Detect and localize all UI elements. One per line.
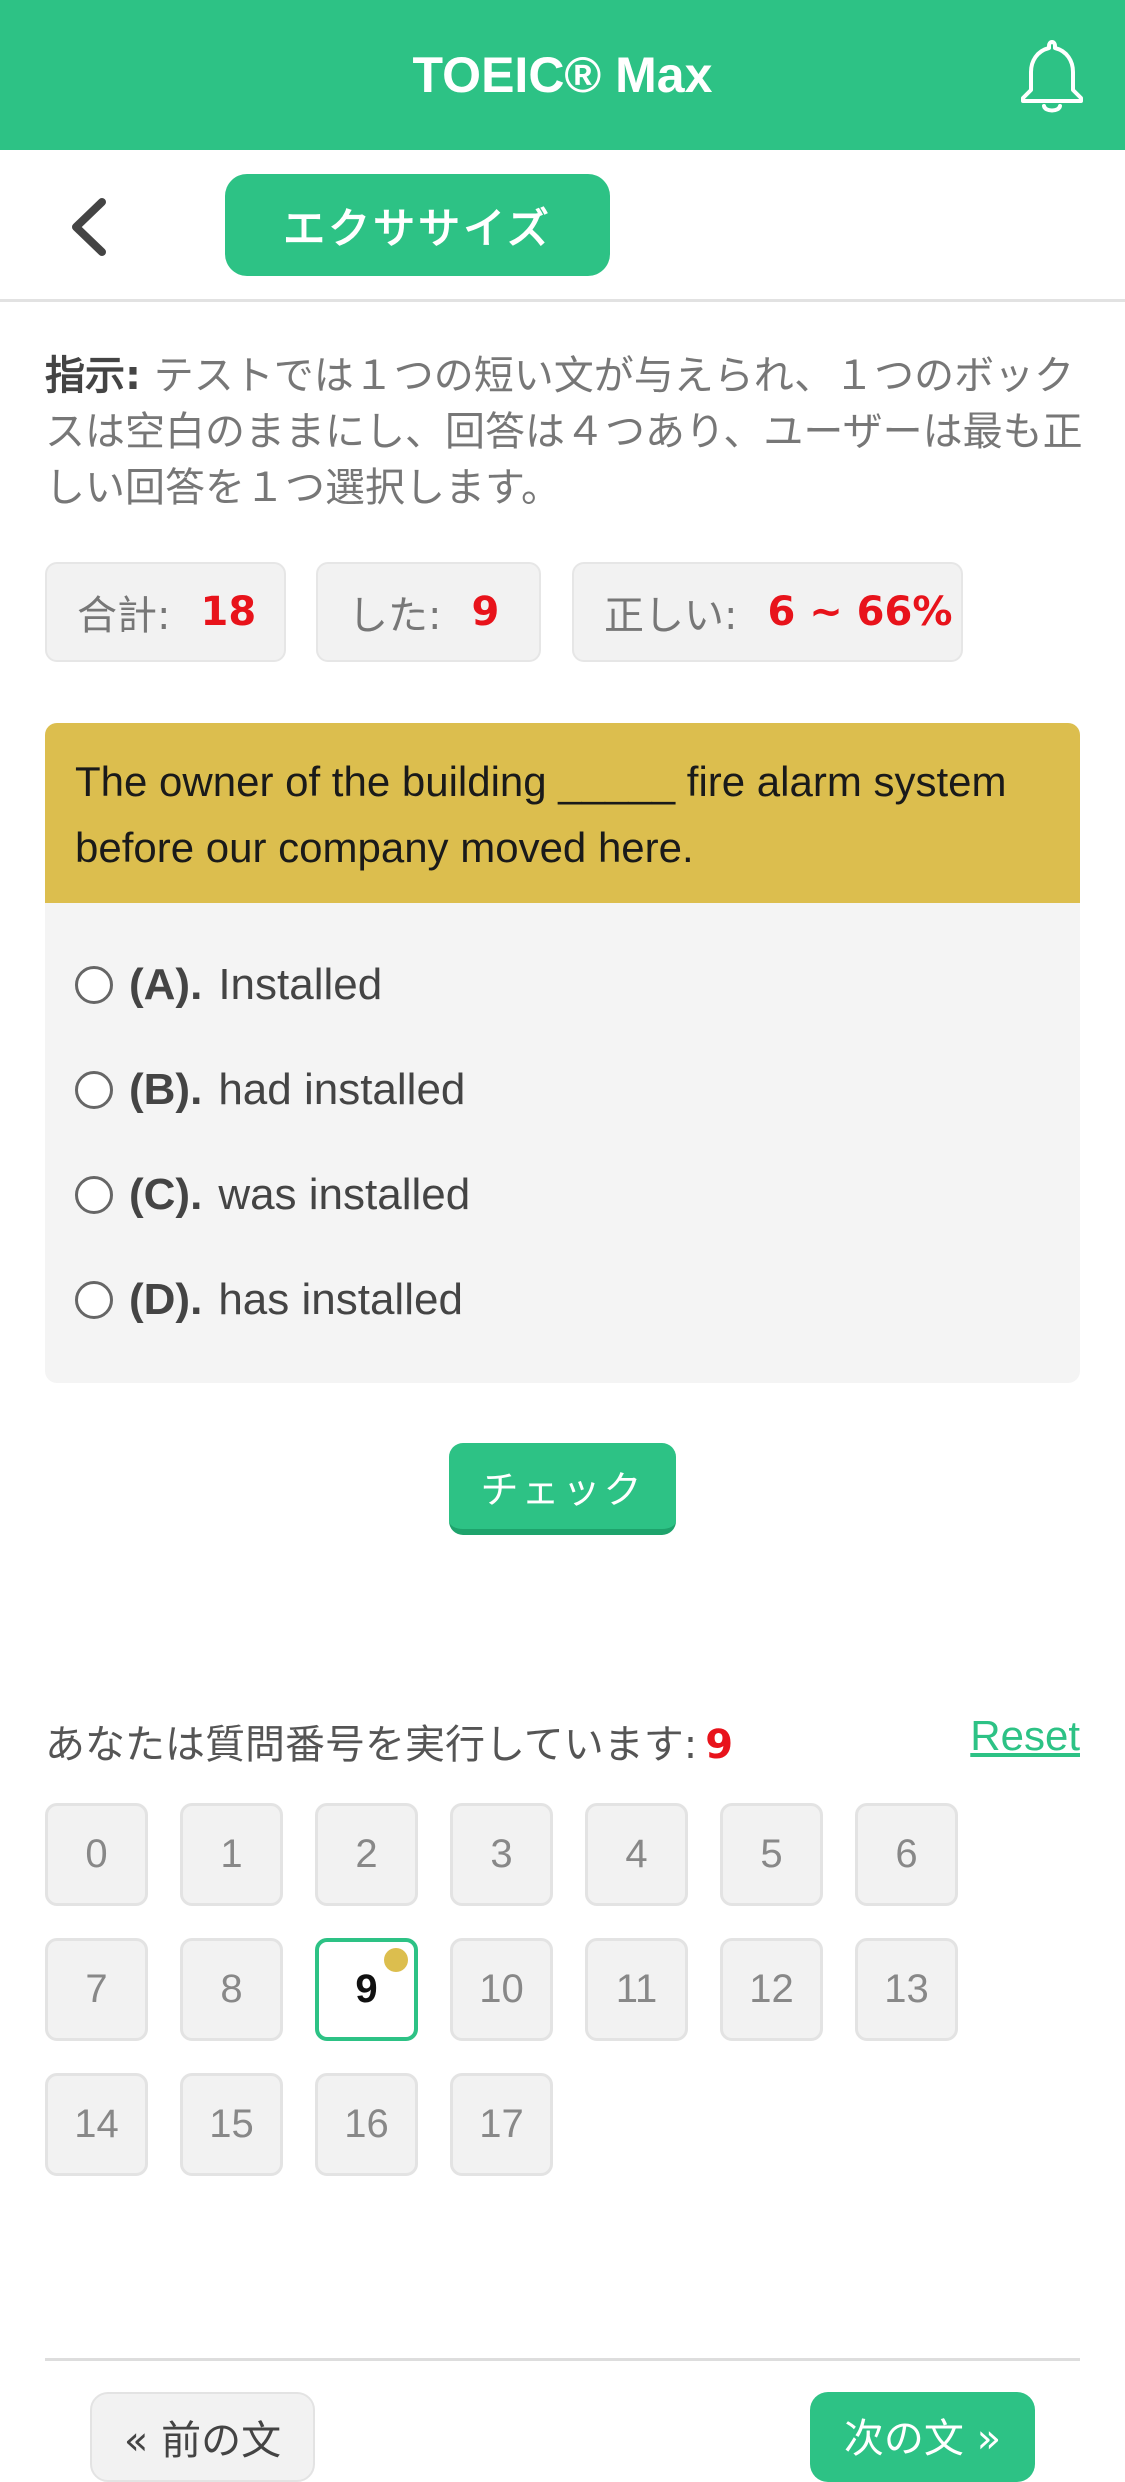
stat-correct-label: 正しい: (604, 593, 738, 639)
question-number-button[interactable]: 6 (855, 1803, 958, 1906)
chevron-left-icon[interactable] (60, 192, 120, 262)
option-c[interactable]: (C). was installed (75, 1155, 1035, 1235)
radio-button[interactable] (75, 1176, 113, 1214)
status-dot-icon (384, 1948, 408, 1972)
option-letter: (C). (129, 1170, 203, 1219)
question-number-button[interactable]: 4 (585, 1803, 688, 1906)
progress-label-text: あなたは質問番号を実行しています: (45, 1722, 698, 1768)
stat-correct-value: 6 ~ 66% (767, 589, 953, 635)
question-number-button[interactable]: 10 (450, 1938, 553, 2041)
option-letter: (A). (129, 960, 203, 1009)
next-sentence-button[interactable]: 次の文 » (810, 2392, 1035, 2482)
option-a[interactable]: (A). Installed (75, 945, 1035, 1025)
stat-done-label: した: (348, 593, 442, 639)
option-letter: (B). (129, 1065, 203, 1114)
question-number-button[interactable]: 14 (45, 2073, 148, 2176)
sub-navigation: エクササイズ (0, 150, 1125, 302)
question-number-button-active[interactable]: 9 (315, 1938, 418, 2041)
question-number-button[interactable]: 2 (315, 1803, 418, 1906)
bell-icon[interactable] (1017, 36, 1087, 116)
divider (45, 2358, 1080, 2361)
app-header: TOEIC® Max (0, 0, 1125, 150)
question-number-label: 9 (355, 1967, 378, 2011)
question-card: The owner of the building _____ fire ala… (45, 723, 1080, 1383)
question-number-button[interactable]: 12 (720, 1938, 823, 2041)
previous-sentence-button[interactable]: « 前の文 (90, 2392, 315, 2482)
reset-link[interactable]: Reset (970, 1712, 1080, 1760)
question-number-button[interactable]: 7 (45, 1938, 148, 2041)
stat-correct: 正しい: 6 ~ 66% (572, 562, 963, 662)
stat-done-value: 9 (471, 589, 500, 635)
question-number-button[interactable]: 8 (180, 1938, 283, 2041)
option-d[interactable]: (D). has installed (75, 1260, 1035, 1340)
stat-total: 合計: 18 (45, 562, 286, 662)
stat-total-label: 合計: (77, 593, 171, 639)
instructions-text: テストでは１つの短い文が与えられ、１つのボックスは空白のままにし、回答は４つあり… (45, 353, 1083, 511)
question-number-button[interactable]: 3 (450, 1803, 553, 1906)
radio-button[interactable] (75, 1281, 113, 1319)
question-number-button[interactable]: 5 (720, 1803, 823, 1906)
option-text: has installed (218, 1275, 463, 1324)
current-question-number: 9 (705, 1722, 734, 1768)
instructions-label: 指示: (45, 353, 141, 399)
progress-label: あなたは質問番号を実行しています: 9 (45, 1712, 733, 1770)
option-b[interactable]: (B). had installed (75, 1050, 1035, 1130)
question-number-button[interactable]: 13 (855, 1938, 958, 2041)
option-letter: (D). (129, 1275, 203, 1324)
stat-done: した: 9 (316, 562, 541, 662)
question-number-button[interactable]: 16 (315, 2073, 418, 2176)
question-number-button[interactable]: 1 (180, 1803, 283, 1906)
option-text: Installed (218, 960, 383, 1009)
option-text: had installed (218, 1065, 466, 1114)
instructions: 指示: テストでは１つの短い文が与えられ、１つのボックスは空白のままにし、回答は… (45, 348, 1085, 516)
check-button[interactable]: チェック (449, 1443, 676, 1535)
radio-button[interactable] (75, 1071, 113, 1109)
option-text: was installed (218, 1170, 471, 1219)
stat-total-value: 18 (200, 589, 257, 635)
question-number-button[interactable]: 15 (180, 2073, 283, 2176)
question-text: The owner of the building _____ fire ala… (45, 723, 1080, 903)
radio-button[interactable] (75, 966, 113, 1004)
question-number-button[interactable]: 0 (45, 1803, 148, 1906)
tab-exercise[interactable]: エクササイズ (225, 174, 610, 276)
app-title: TOEIC® Max (412, 47, 713, 103)
question-number-button[interactable]: 11 (585, 1938, 688, 2041)
question-number-button[interactable]: 17 (450, 2073, 553, 2176)
